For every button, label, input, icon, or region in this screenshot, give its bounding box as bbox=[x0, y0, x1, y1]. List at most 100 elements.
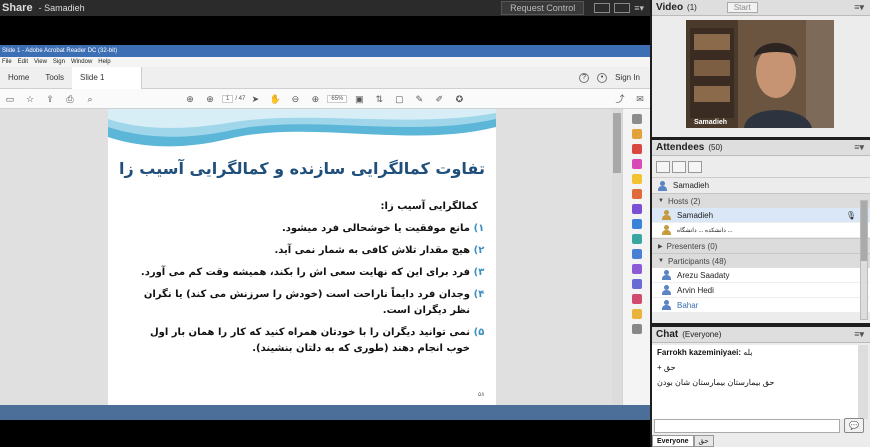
redact-icon[interactable] bbox=[631, 294, 642, 304]
status-view-icon[interactable] bbox=[688, 160, 702, 173]
shared-screen: Slide 1 - Adobe Acrobat Reader DC (32-bi… bbox=[0, 45, 650, 420]
zoom-field[interactable]: 65% bbox=[327, 94, 348, 103]
tab-home[interactable]: Home bbox=[0, 73, 37, 82]
send-message-button[interactable]: 💬 bbox=[844, 418, 864, 433]
zoom-tool-icon[interactable] bbox=[631, 114, 642, 124]
chat-text: حق بیمارستان بیمارستان شان بودن bbox=[657, 378, 775, 387]
page-number-field[interactable]: 1 bbox=[222, 94, 234, 103]
grid-view-icon[interactable] bbox=[672, 160, 686, 173]
expand-arrow-icon[interactable]: ▶ bbox=[658, 243, 663, 250]
tab-tools[interactable]: Tools bbox=[37, 73, 72, 82]
share-pod-header: Share - Samadieh Request Control ≡▾ bbox=[0, 0, 650, 16]
menu-file[interactable]: File bbox=[2, 57, 12, 67]
pod-menu-icon[interactable]: ≡▾ bbox=[854, 329, 864, 340]
sign-tool-icon[interactable] bbox=[631, 264, 642, 274]
list-number: ۱) bbox=[473, 223, 485, 234]
search-icon[interactable]: ⌕ bbox=[84, 93, 96, 105]
organize-pages-icon[interactable] bbox=[631, 204, 642, 214]
chat-scrollbar[interactable] bbox=[858, 345, 868, 419]
pen-icon[interactable]: ✎ bbox=[413, 93, 425, 105]
current-presenter-row[interactable]: Samadieh bbox=[652, 178, 870, 193]
send-review-icon[interactable] bbox=[631, 249, 642, 259]
collapse-arrow-icon[interactable]: ▼ bbox=[658, 258, 664, 264]
fit-page-icon[interactable]: ▣ bbox=[353, 93, 365, 105]
sign-in-button[interactable]: Sign In bbox=[615, 73, 640, 82]
create-pdf-icon[interactable] bbox=[631, 144, 642, 154]
menu-window[interactable]: Window bbox=[71, 57, 92, 67]
bell-icon[interactable]: • bbox=[597, 72, 608, 83]
select-tool-icon[interactable]: ➤ bbox=[249, 93, 261, 105]
list-text: مانع موفقیت یا خوشحالی فرد میشود. bbox=[281, 223, 470, 234]
combine-files-icon[interactable] bbox=[631, 189, 642, 199]
menu-view[interactable]: View bbox=[34, 57, 47, 67]
upload-icon[interactable]: ⇪ bbox=[44, 93, 56, 105]
slide-title: تفاوت کمالگرایی سازنده و کمالگرایی آسیب … bbox=[119, 159, 485, 178]
highlight-icon[interactable]: ✐ bbox=[433, 93, 445, 105]
scrollbar-thumb[interactable] bbox=[613, 113, 621, 173]
video-pod: Video (1) Start ≡▾ Samadieh bbox=[652, 0, 870, 137]
chat-tabs: Everyone حق bbox=[652, 435, 870, 447]
chat-text: بله bbox=[743, 348, 753, 357]
tab-document[interactable]: Slide 1 bbox=[72, 66, 143, 89]
zoom-in-icon[interactable]: ⊕ bbox=[309, 93, 321, 105]
tool-icon[interactable] bbox=[631, 324, 642, 334]
collapse-arrow-icon[interactable]: ▼ bbox=[658, 198, 664, 204]
pod-menu-icon[interactable]: ≡▾ bbox=[854, 2, 864, 13]
list-view-icon[interactable] bbox=[656, 160, 670, 173]
list-item[interactable]: Arezu Saadaty bbox=[652, 268, 870, 283]
document-area[interactable]: تفاوت کمالگرایی سازنده و کمالگرایی آسیب … bbox=[0, 109, 622, 405]
list-number: ۲) bbox=[473, 245, 485, 256]
attendees-toolbar bbox=[652, 156, 870, 178]
list-item[interactable]: Bahar bbox=[652, 298, 870, 313]
attendee-name: Bahar bbox=[677, 300, 699, 310]
scroll-mode-icon[interactable]: ⇅ bbox=[373, 93, 385, 105]
chat-scope: (Everyone) bbox=[682, 330, 722, 339]
export-pdf-icon[interactable] bbox=[631, 129, 642, 139]
page-up-icon[interactable]: ⊕ bbox=[184, 93, 196, 105]
mail-icon[interactable]: ✉ bbox=[634, 93, 646, 105]
participants-section[interactable]: ▼ Participants (48) bbox=[652, 253, 870, 268]
document-scrollbar[interactable] bbox=[612, 109, 622, 405]
stamp-icon[interactable]: ✪ bbox=[453, 93, 465, 105]
menu-help[interactable]: Help bbox=[98, 57, 110, 67]
layout-icon[interactable] bbox=[594, 3, 611, 13]
menu-sign[interactable]: Sign bbox=[53, 57, 65, 67]
hand-tool-icon[interactable]: ✋ bbox=[269, 93, 281, 105]
list-item[interactable]: Arvin Hedi bbox=[652, 283, 870, 298]
list-item[interactable]: Samadieh 🎙 bbox=[652, 208, 870, 223]
start-video-button[interactable]: Start bbox=[726, 2, 758, 13]
hosts-label: Hosts (2) bbox=[667, 196, 701, 206]
list-text: هیچ مقدار تلاش کافی به شمار نمی آید. bbox=[274, 245, 470, 256]
pod-menu-icon[interactable]: ≡▾ bbox=[854, 142, 864, 153]
print-icon[interactable]: ⎙ bbox=[64, 93, 76, 105]
comment-tool-icon[interactable] bbox=[631, 174, 642, 184]
edit-pdf-icon[interactable] bbox=[631, 159, 642, 169]
protect-icon[interactable] bbox=[631, 279, 642, 289]
zoom-out-icon[interactable]: ⊖ bbox=[289, 93, 301, 105]
tab-private-chat[interactable]: حق bbox=[693, 435, 714, 447]
presenter-name: Samadieh bbox=[673, 181, 710, 190]
list-item[interactable]: دانشکده ... دانشگاه ... bbox=[652, 223, 870, 238]
star-icon[interactable]: ☆ bbox=[24, 93, 36, 105]
save-icon[interactable]: ▭ bbox=[4, 93, 16, 105]
share-icon[interactable]: ⤴ bbox=[614, 93, 626, 105]
attendees-pod: Attendees (50) ≡▾ Samadieh ▼ Hosts (2) S… bbox=[652, 140, 870, 323]
fullscreen-icon[interactable] bbox=[614, 3, 631, 13]
list-item: ۲) هیچ مقدار تلاش کافی به شمار نمی آید. bbox=[128, 243, 488, 259]
scan-icon[interactable] bbox=[631, 219, 642, 229]
attendees-scrollbar[interactable] bbox=[860, 200, 868, 320]
fill-sign-icon[interactable] bbox=[631, 234, 642, 244]
list-item: ۵) نمی توانید دیگران را با خودتان همراه ک… bbox=[128, 325, 488, 357]
scrollbar-thumb[interactable] bbox=[861, 201, 867, 261]
pod-menu-icon[interactable]: ≡▾ bbox=[634, 3, 644, 14]
chat-input[interactable] bbox=[654, 419, 840, 433]
help-icon[interactable]: ? bbox=[579, 72, 590, 83]
page-down-icon[interactable]: ⊕ bbox=[204, 93, 216, 105]
more-tools-icon[interactable] bbox=[631, 309, 642, 319]
request-control-button[interactable]: Request Control bbox=[501, 1, 585, 15]
comment-icon[interactable]: ▢ bbox=[393, 93, 405, 105]
menu-edit[interactable]: Edit bbox=[18, 57, 28, 67]
tab-everyone[interactable]: Everyone bbox=[652, 435, 694, 447]
hosts-section[interactable]: ▼ Hosts (2) bbox=[652, 193, 870, 208]
presenters-section[interactable]: ▶ Presenters (0) bbox=[652, 238, 870, 253]
